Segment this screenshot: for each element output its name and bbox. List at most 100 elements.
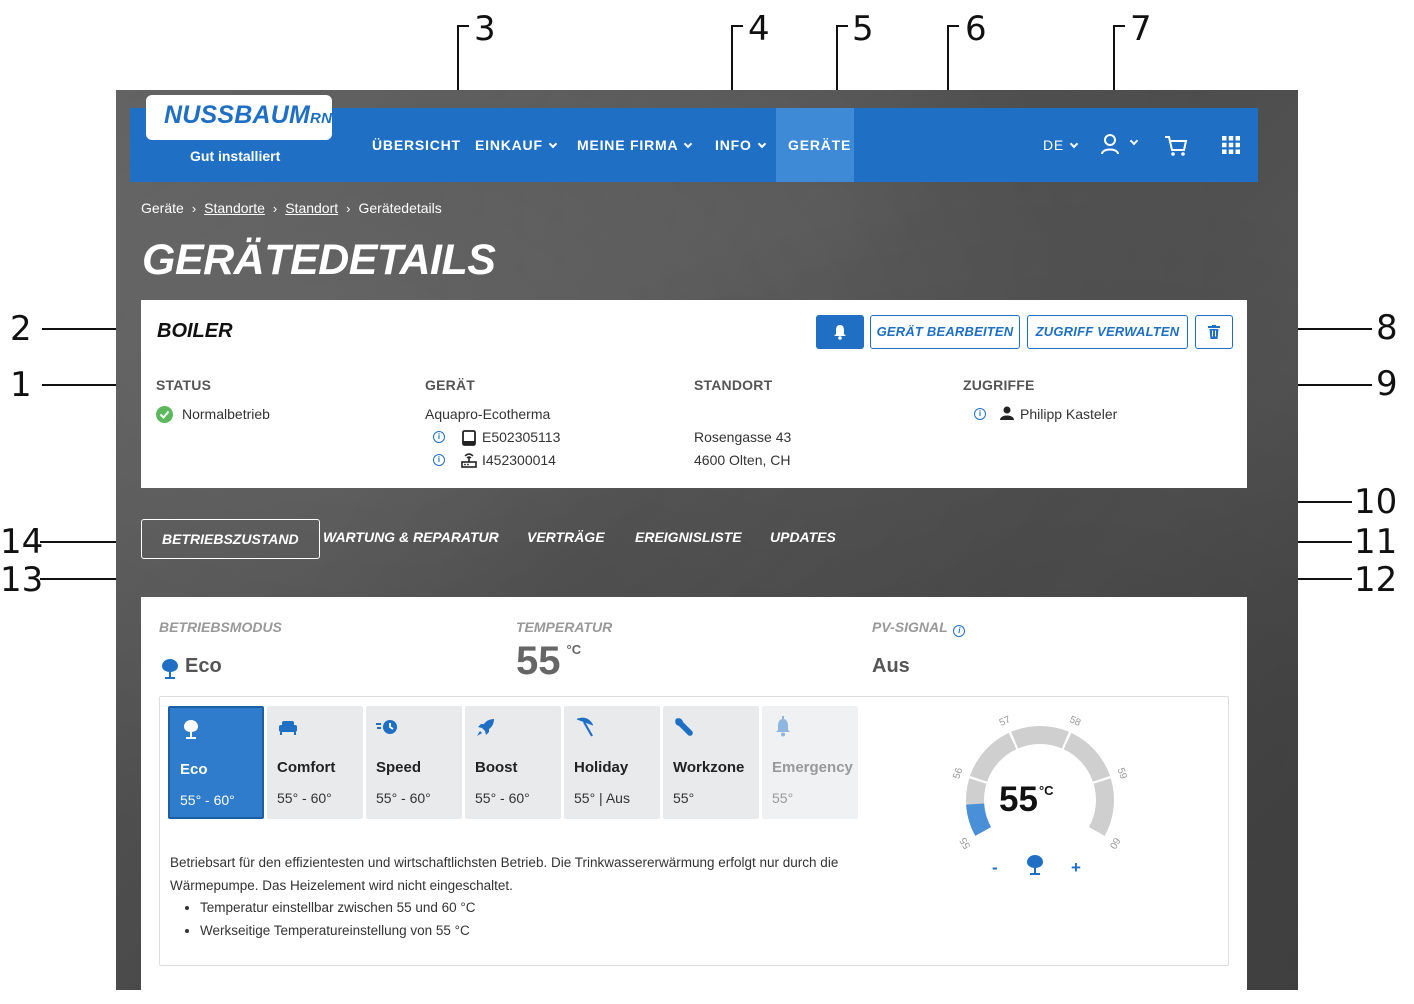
decrease-temperature-button[interactable]: -	[992, 858, 998, 878]
location-street: Rosengasse 43	[694, 429, 792, 445]
info-icon[interactable]: i	[433, 431, 445, 443]
speed-clock-icon	[376, 720, 397, 734]
mode-tile-comfort[interactable]: Comfort 55° - 60°	[267, 706, 363, 819]
callout-number: 9	[1376, 364, 1398, 404]
bullet-item: Werkseitige Temperatureinstellung von 55…	[200, 920, 870, 943]
pv-signal-label: PV-SIGNAL i	[872, 619, 966, 637]
mode-name: Boost	[475, 759, 518, 776]
info-icon[interactable]: i	[953, 625, 966, 637]
callout-line	[457, 25, 469, 27]
callout-line	[947, 25, 959, 27]
increase-temperature-button[interactable]: +	[1071, 858, 1081, 878]
edit-device-button[interactable]: GERÄT BEARBEITEN	[870, 315, 1020, 349]
nav-info[interactable]: INFO	[715, 108, 766, 182]
device-serial-2: I452300014	[482, 452, 556, 468]
mode-name: Eco	[180, 761, 208, 778]
callout-number: 4	[748, 9, 770, 49]
tab-vertraege[interactable]: VERTRÄGE	[527, 529, 605, 545]
tab-wartung-reparatur[interactable]: WARTUNG & REPARATUR	[323, 529, 499, 545]
description-bullets: Temperatur einstellbar zwischen 55 und 6…	[200, 897, 870, 942]
gauge-segment	[1088, 778, 1114, 836]
mode-range: 55°	[772, 790, 794, 806]
breadcrumb: Geräte › Standorte › Standort › Gerätedetails	[141, 200, 442, 216]
mode-range: 55° - 60°	[475, 790, 530, 806]
callout-number: 2	[10, 309, 32, 349]
device-model: Aquapro-Ecotherma	[425, 406, 551, 422]
wrench-icon	[675, 718, 693, 736]
access-heading: ZUGRIFFE	[963, 377, 1035, 393]
gauge-tick-label: 55	[958, 835, 973, 851]
temperature-gauge[interactable]: 55 56 57 58 59 60 55°C - +	[950, 702, 1130, 877]
gauge-segment	[970, 732, 1017, 782]
tree-icon	[1027, 855, 1043, 875]
user-icon	[1101, 134, 1119, 155]
nav-einkauf[interactable]: EINKAUF	[475, 108, 558, 182]
operation-card: BETRIEBSMODUS Eco TEMPERATUR 55 °C PV-SIG…	[141, 597, 1247, 990]
app-screenshot: ÜBERSICHT EINKAUF MEINE FIRMA INFO GERÄT…	[116, 90, 1298, 990]
callout-line	[1113, 25, 1125, 27]
description-text: Betriebsart für den effizientesten und w…	[170, 855, 839, 893]
mode-tile-holiday[interactable]: Holiday 55° | Aus	[564, 706, 660, 819]
language-selector[interactable]: DE	[1043, 108, 1079, 182]
chevron-down-icon	[548, 139, 558, 149]
nav-uebersicht[interactable]: ÜBERSICHT	[372, 108, 461, 182]
access-user: Philipp Kasteler	[1020, 406, 1118, 422]
tab-updates[interactable]: UPDATES	[770, 529, 836, 545]
mode-range: 55°	[673, 790, 695, 806]
rocket-icon	[477, 719, 494, 736]
mode-tile-workzone[interactable]: Workzone 55°	[663, 706, 759, 819]
notifications-button[interactable]	[816, 315, 864, 349]
manage-access-button[interactable]: ZUGRIFF VERWALTEN	[1027, 315, 1188, 349]
bell-icon	[834, 325, 846, 340]
breadcrumb-item-standorte[interactable]: Standorte	[204, 200, 265, 216]
callout-line	[731, 25, 743, 27]
mode-tile-speed[interactable]: Speed 55° - 60°	[366, 706, 462, 819]
nav-geraete[interactable]: GERÄTE	[776, 108, 854, 182]
chevron-down-icon	[757, 139, 766, 149]
mode-label: BETRIEBSMODUS	[159, 619, 282, 635]
callout-number: 11	[1354, 522, 1398, 562]
info-icon[interactable]: i	[433, 454, 445, 466]
breadcrumb-item-geraete[interactable]: Geräte	[141, 200, 184, 216]
callout-number: 13	[0, 560, 44, 600]
tab-betriebszustand[interactable]: BETRIEBSZUSTAND	[141, 519, 320, 559]
mode-name: Emergency	[772, 759, 853, 776]
mode-range: 55° - 60°	[376, 790, 431, 806]
gauge-active-segment	[966, 803, 992, 836]
gauge-tick-label: 59	[1115, 766, 1129, 780]
status-value: Normalbetrieb	[182, 406, 270, 422]
user-menu[interactable]	[1100, 133, 1140, 157]
mode-selector-panel: Eco 55° - 60° Comfort 55° - 60° Speed 55…	[159, 696, 1229, 966]
breadcrumb-item-current: Gerätedetails	[358, 200, 442, 216]
bullet-item: Temperatur einstellbar zwischen 55 und 6…	[200, 897, 870, 920]
mode-tile-emergency[interactable]: Emergency 55°	[762, 706, 858, 819]
mode-value: Eco	[185, 655, 222, 677]
check-circle-icon	[156, 406, 173, 423]
callout-number: 7	[1130, 9, 1152, 49]
location-city: 4600 Olten, CH	[694, 452, 791, 468]
mode-description: Betriebsart für den effizientesten und w…	[170, 852, 870, 942]
gauge-tick-label: 56	[951, 766, 965, 780]
mode-tile-eco[interactable]: Eco 55° - 60°	[168, 706, 264, 819]
delete-button[interactable]	[1195, 315, 1233, 349]
callout-line	[836, 25, 848, 27]
brand-logo[interactable]: NUSSBAUMRN Gut installiert	[146, 95, 332, 177]
tree-icon	[184, 720, 198, 739]
router-icon	[461, 453, 477, 468]
mode-tile-boost[interactable]: Boost 55° - 60°	[465, 706, 561, 819]
apps-grid-icon[interactable]	[1222, 136, 1240, 154]
mode-name: Workzone	[673, 759, 745, 776]
nav-meine-firma[interactable]: MEINE FIRMA	[577, 108, 693, 182]
mode-name: Holiday	[574, 759, 629, 776]
info-icon[interactable]: i	[974, 408, 986, 420]
gauge-arc: 55 56 57 58 59 60	[951, 714, 1129, 851]
person-icon	[1000, 406, 1014, 420]
device-tablet-icon	[462, 430, 476, 446]
tab-ereignisliste[interactable]: EREIGNISLISTE	[635, 529, 742, 545]
breadcrumb-item-standort[interactable]: Standort	[285, 200, 338, 216]
status-heading: STATUS	[156, 377, 212, 393]
callout-number: 1	[10, 365, 32, 405]
pv-signal-value: Aus	[872, 655, 910, 677]
page-title: GERÄTEDETAILS	[142, 236, 496, 284]
cart-icon[interactable]	[1164, 135, 1188, 157]
